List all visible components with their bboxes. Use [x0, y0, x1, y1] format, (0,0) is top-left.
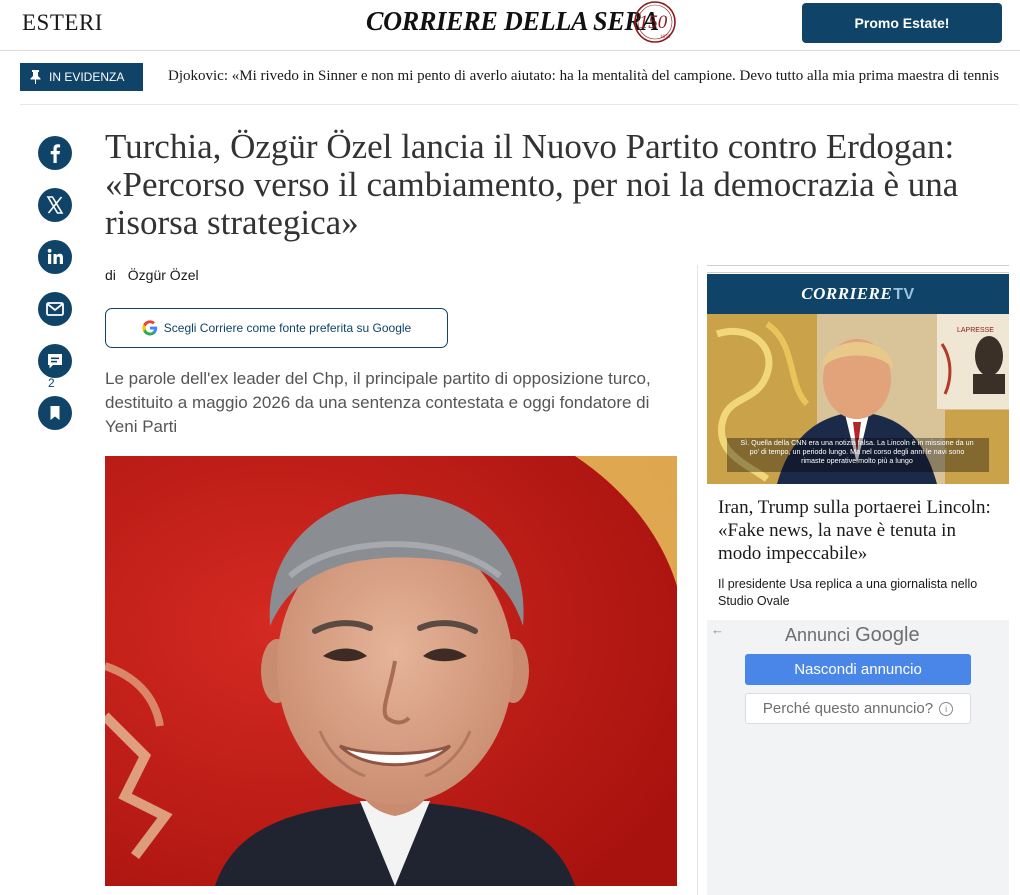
comment-count: 2 — [48, 376, 55, 390]
ad-label: Annunci Google — [785, 624, 920, 647]
site-header: ESTERI CORRIERE DELLA SERA 150 1876 Prom… — [0, 0, 1020, 51]
article-photo[interactable] — [105, 456, 677, 886]
video-still-image: Sì. Quella della CNN era una notizia fal… — [707, 314, 1009, 484]
ticker-bar: IN EVIDENZA Djokovic: «Mi rivedo in Sinn… — [0, 52, 1020, 104]
linkedin-icon — [47, 248, 63, 264]
ticker-headline-link[interactable]: Djokovic: «Mi rivedo in Sinner e non mi … — [168, 68, 1018, 85]
corriere-tv-logo: CORRIERETV — [801, 284, 914, 304]
corriere-tv-header[interactable]: CORRIERETV — [707, 274, 1009, 314]
why-this-ad-label: Perché questo annuncio? — [762, 700, 934, 717]
bookmark-button[interactable] — [38, 396, 72, 430]
promo-button[interactable]: Promo Estate! — [802, 3, 1002, 43]
google-wordmark: Google — [855, 624, 920, 646]
article-summary: Le parole dell'ex leader del Chp, il pri… — [105, 369, 651, 436]
x-icon — [46, 196, 64, 214]
section-label[interactable]: ESTERI — [22, 10, 103, 36]
tv-brand-suffix: TV — [893, 286, 915, 303]
divider — [20, 104, 1018, 105]
comments-button[interactable] — [38, 344, 72, 378]
why-this-ad-button[interactable]: Perché questo annuncio? i — [745, 693, 971, 724]
sidebar-rule — [707, 265, 1009, 273]
video-headline[interactable]: Iran, Trump sulla portaerei Lincoln: «Fa… — [718, 496, 998, 565]
portrait-image — [105, 456, 677, 886]
back-arrow-icon[interactable]: ← — [711, 622, 724, 637]
ad-label-prefix: Annunci — [785, 625, 851, 645]
video-subtitle: Sì. Quella della CNN era una notizia fal… — [740, 438, 974, 465]
google-g-icon — [142, 320, 157, 336]
ticker-badge-label: IN EVIDENZA — [49, 70, 125, 84]
video-description: Il presidente Usa replica a una giornali… — [718, 577, 978, 608]
email-share-button[interactable] — [38, 292, 72, 326]
email-icon — [46, 302, 64, 316]
site-logo[interactable]: CORRIERE DELLA SERA — [366, 6, 659, 37]
ticker-badge[interactable]: IN EVIDENZA — [20, 63, 143, 91]
hide-ad-button[interactable]: Nascondi annuncio — [745, 654, 971, 685]
video-watermark: LAPRESSE — [957, 327, 994, 334]
pin-icon — [30, 70, 41, 84]
google-button-label: Scegli Corriere come fonte preferita su … — [163, 321, 412, 335]
info-icon: i — [939, 701, 954, 716]
google-preferred-source-button[interactable]: Scegli Corriere come fonte preferita su … — [105, 308, 448, 348]
facebook-share-button[interactable] — [38, 136, 72, 170]
bookmark-icon — [50, 406, 60, 420]
anniversary-badge-number: 150 — [639, 12, 668, 33]
byline-author[interactable]: Özgür Özel — [128, 267, 199, 283]
facebook-icon — [50, 144, 61, 163]
video-thumbnail[interactable]: Sì. Quella della CNN era una notizia fal… — [707, 314, 1009, 484]
anniversary-badge-year: 1876 — [660, 35, 671, 40]
article-headline: Turchia, Özgür Özel lancia il Nuovo Part… — [105, 127, 959, 242]
tv-brand: CORRIERE — [801, 284, 893, 303]
x-share-button[interactable] — [38, 188, 72, 222]
byline: di Özgür Özel — [105, 267, 199, 283]
linkedin-share-button[interactable] — [38, 240, 72, 274]
comment-icon — [48, 354, 62, 369]
anniversary-badge-icon: 150 1876 — [634, 1, 676, 43]
column-divider — [697, 265, 698, 895]
byline-prefix: di — [105, 267, 116, 283]
